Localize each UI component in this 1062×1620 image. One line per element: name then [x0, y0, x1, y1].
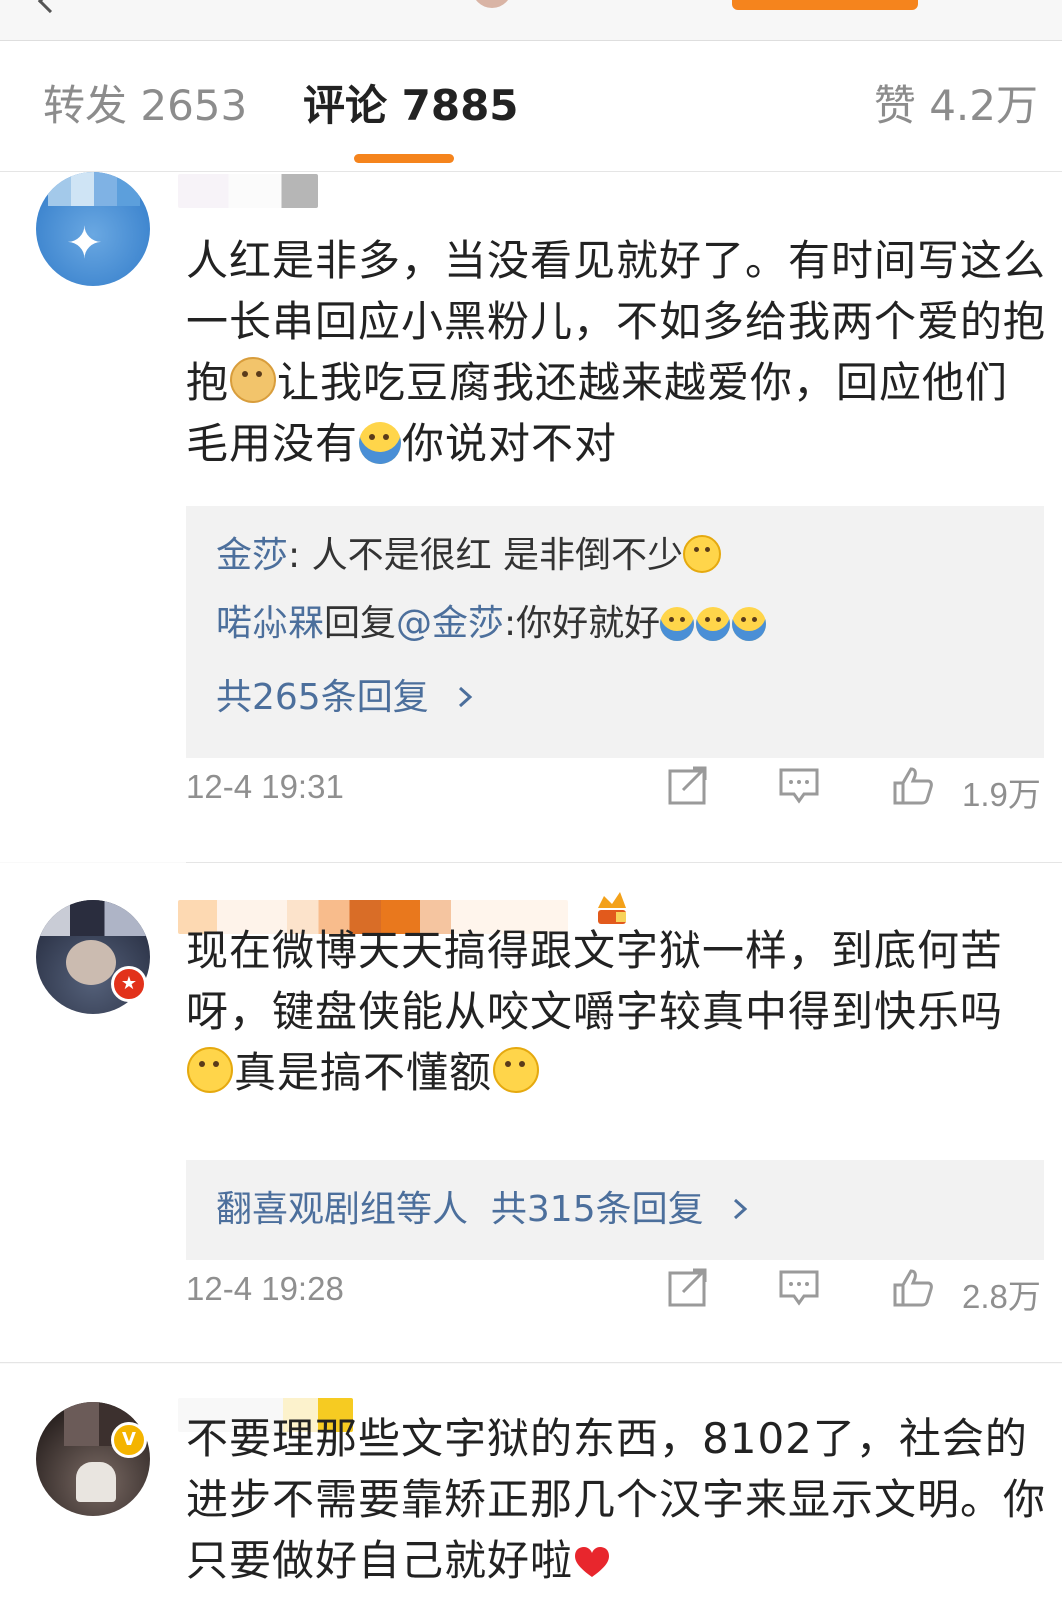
reply-preview-box[interactable]: 金莎: 人不是很红 是非倒不少 喏尛槑回复@金莎:你好就好 共265条回复 — [186, 506, 1044, 758]
shrug-emoji-icon — [660, 607, 695, 641]
reply-username[interactable]: 喏尛槑 — [216, 603, 324, 644]
reply-username[interactable]: 翻喜观剧组等人 — [216, 1189, 468, 1230]
more-replies-link[interactable]: 共265条回复 — [216, 676, 480, 720]
share-icon[interactable] — [667, 1268, 709, 1308]
star-badge-icon: ★ — [111, 966, 147, 1002]
shrug-emoji-icon — [359, 422, 402, 464]
more-replies-link[interactable]: 翻喜观剧组等人 共315条回复 — [216, 1188, 755, 1232]
pleading-emoji-icon — [493, 1047, 540, 1093]
yummy-emoji-icon — [683, 535, 722, 573]
reply-preview-box[interactable]: 翻喜观剧组等人 共315条回复 — [186, 1160, 1044, 1260]
comment-text: 现在微博天天搞得跟文字狱一样，到底何苦呀，键盘侠能从咬文嚼字较真中得到快乐吗真是… — [186, 926, 1004, 1097]
doge-emoji-icon — [230, 357, 277, 403]
tab-repost[interactable]: 转发 2653 — [43, 81, 247, 131]
divider — [0, 1362, 1062, 1363]
tab-bar: 转发 2653 评论 7885 赞 4.2万 — [0, 41, 1062, 172]
follow-button[interactable] — [732, 0, 918, 10]
avatar[interactable] — [36, 1402, 150, 1516]
reply-line: 喏尛槑回复@金莎:你好就好 — [216, 602, 768, 646]
like-count: 2.8万 — [962, 1278, 1041, 1315]
like-icon[interactable] — [892, 1268, 934, 1308]
heart-emoji-icon — [575, 1547, 610, 1577]
chevron-right-icon — [459, 686, 473, 708]
comment-text: 人红是非多，当没看见就好了。有时间写这么一长串回应小黑粉儿，不如多给我两个爱的抱… — [186, 236, 1047, 468]
tab-indicator — [354, 154, 454, 163]
chevron-right-icon — [734, 1198, 748, 1220]
avatar[interactable]: ✦ — [36, 172, 150, 286]
like-icon[interactable] — [892, 766, 934, 806]
reply-icon[interactable] — [778, 1268, 820, 1308]
reply-icon[interactable] — [778, 766, 820, 806]
shrug-emoji-icon — [696, 607, 731, 641]
share-icon[interactable] — [667, 766, 709, 806]
comment-meta: 12-4 19:31 1.9万 — [186, 762, 1046, 813]
like-count: 1.9万 — [962, 776, 1041, 813]
reply-username[interactable]: 金莎 — [216, 535, 288, 576]
shrug-emoji-icon — [732, 607, 767, 641]
comment-text: 不要理那些文字狱的东西，8102了，社会的进步不需要靠矫正那几个汉字来显示文明。… — [186, 1414, 1047, 1585]
reply-line: 金莎: 人不是很红 是非倒不少 — [216, 534, 723, 578]
top-bar — [0, 0, 1062, 41]
author-avatar[interactable] — [472, 0, 512, 8]
laugh-cry-emoji-icon — [187, 1047, 233, 1093]
timestamp: 12-4 19:28 — [186, 1270, 344, 1307]
comment-meta: 12-4 19:28 2.8万 — [186, 1264, 1046, 1315]
mention-link[interactable]: @金莎 — [396, 603, 504, 644]
verified-badge-icon: V — [111, 1422, 147, 1458]
tab-likes[interactable]: 赞 4.2万 — [874, 81, 1038, 131]
tab-comments[interactable]: 评论 7885 — [303, 81, 519, 131]
back-icon[interactable] — [37, 0, 60, 14]
timestamp: 12-4 19:31 — [186, 768, 344, 805]
username-blurred[interactable] — [178, 174, 318, 208]
